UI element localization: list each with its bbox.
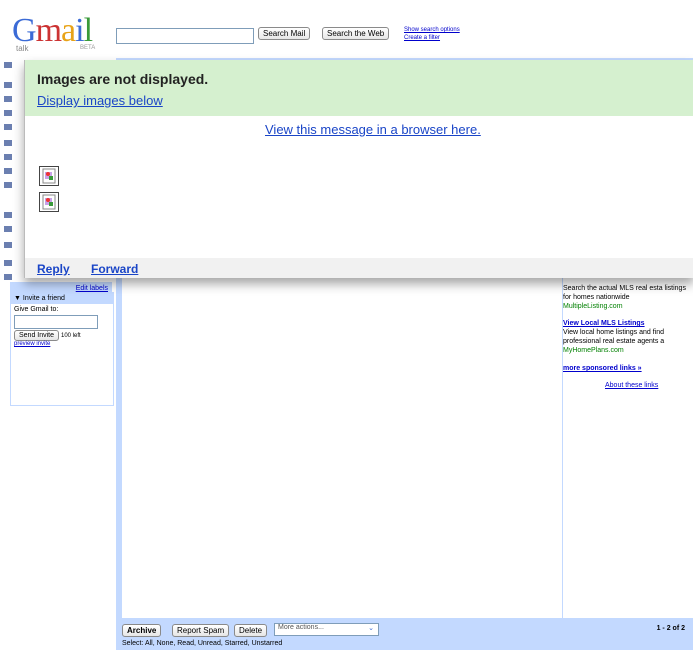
nav-item[interactable] xyxy=(4,168,12,174)
nav-item[interactable] xyxy=(4,62,12,68)
preview-invite-link[interactable]: preview invite xyxy=(11,341,113,347)
display-images-link[interactable]: Display images below xyxy=(37,93,163,108)
nav-item[interactable] xyxy=(4,140,12,146)
search-web-button[interactable]: Search the Web xyxy=(322,27,390,40)
delete-button[interactable]: Delete xyxy=(234,624,268,637)
nav-item[interactable] xyxy=(4,212,12,218)
message-list-area xyxy=(122,278,562,618)
sponsored-links: Search the actual MLS real esta listings… xyxy=(563,278,693,618)
search-mail-button[interactable]: Search Mail xyxy=(258,27,311,40)
select-links[interactable]: Select: All, None, Read, Unread, Starred… xyxy=(122,640,282,647)
report-spam-button[interactable]: Report Spam xyxy=(172,624,230,637)
invite-prompt: Give Gmail to: xyxy=(14,306,59,313)
nav-item[interactable] xyxy=(4,110,12,116)
ad-1-text: Search the actual MLS real esta listings… xyxy=(563,285,686,301)
chevron-down-icon: ▼ xyxy=(14,295,21,302)
broken-image-icon xyxy=(39,192,59,212)
ad-1-url[interactable]: MultipleListing.com xyxy=(563,302,693,311)
about-links[interactable]: About these links xyxy=(605,381,693,390)
images-hidden-popup: Images are not displayed. Display images… xyxy=(24,60,693,278)
more-actions-select[interactable]: More actions... ⌄ xyxy=(274,623,379,636)
reply-link[interactable]: Reply xyxy=(37,262,70,276)
show-search-options-link[interactable]: Show search options xyxy=(404,27,460,33)
invite-header[interactable]: ▼ Invite a friend xyxy=(11,293,113,304)
nav-item[interactable] xyxy=(4,260,12,266)
ad-2-url[interactable]: MyHomePlans.com xyxy=(563,346,693,355)
view-in-browser-link[interactable]: View this message in a browser here. xyxy=(265,122,481,137)
nav-item[interactable] xyxy=(4,154,12,160)
nav-item[interactable] xyxy=(4,182,12,188)
images-warning-title: Images are not displayed. xyxy=(37,71,209,87)
nav-item[interactable] xyxy=(4,96,12,102)
more-sponsored-link[interactable]: more sponsored links » xyxy=(563,364,693,373)
invite-box: ▼ Invite a friend Give Gmail to: Send In… xyxy=(10,292,114,406)
ad-2-title[interactable]: View Local MLS Listings xyxy=(563,319,693,328)
broken-image-icon xyxy=(39,166,59,186)
forward-link[interactable]: Forward xyxy=(91,262,138,276)
invite-email-input[interactable] xyxy=(14,315,98,329)
nav-item[interactable] xyxy=(4,124,12,130)
send-invite-button[interactable]: Send Invite xyxy=(14,330,60,341)
create-filter-link[interactable]: Create a filter xyxy=(404,35,440,41)
archive-button[interactable]: Archive xyxy=(122,624,162,637)
pagination-count: 1 - 2 of 2 xyxy=(656,625,685,632)
search-input[interactable] xyxy=(116,28,254,44)
nav-item[interactable] xyxy=(4,82,12,88)
more-actions-label: More actions... xyxy=(278,624,324,631)
nav-item[interactable] xyxy=(4,242,12,248)
gmail-logo[interactable]: Gmail talk BETA xyxy=(12,14,108,54)
logo-beta: BETA xyxy=(80,45,96,51)
nav-item[interactable] xyxy=(4,274,12,280)
edit-labels-link[interactable]: Edit labels xyxy=(76,285,108,292)
invite-title: Invite a friend xyxy=(22,295,65,302)
logo-talk: talk xyxy=(16,44,29,53)
bottom-toolbar: Archive Report Spam Delete More actions.… xyxy=(116,620,693,650)
chevron-down-icon: ⌄ xyxy=(368,625,374,632)
invites-left: 100 left xyxy=(60,333,81,339)
ad-2-text: View local home listings and find profes… xyxy=(563,329,665,345)
nav-item[interactable] xyxy=(4,226,12,232)
